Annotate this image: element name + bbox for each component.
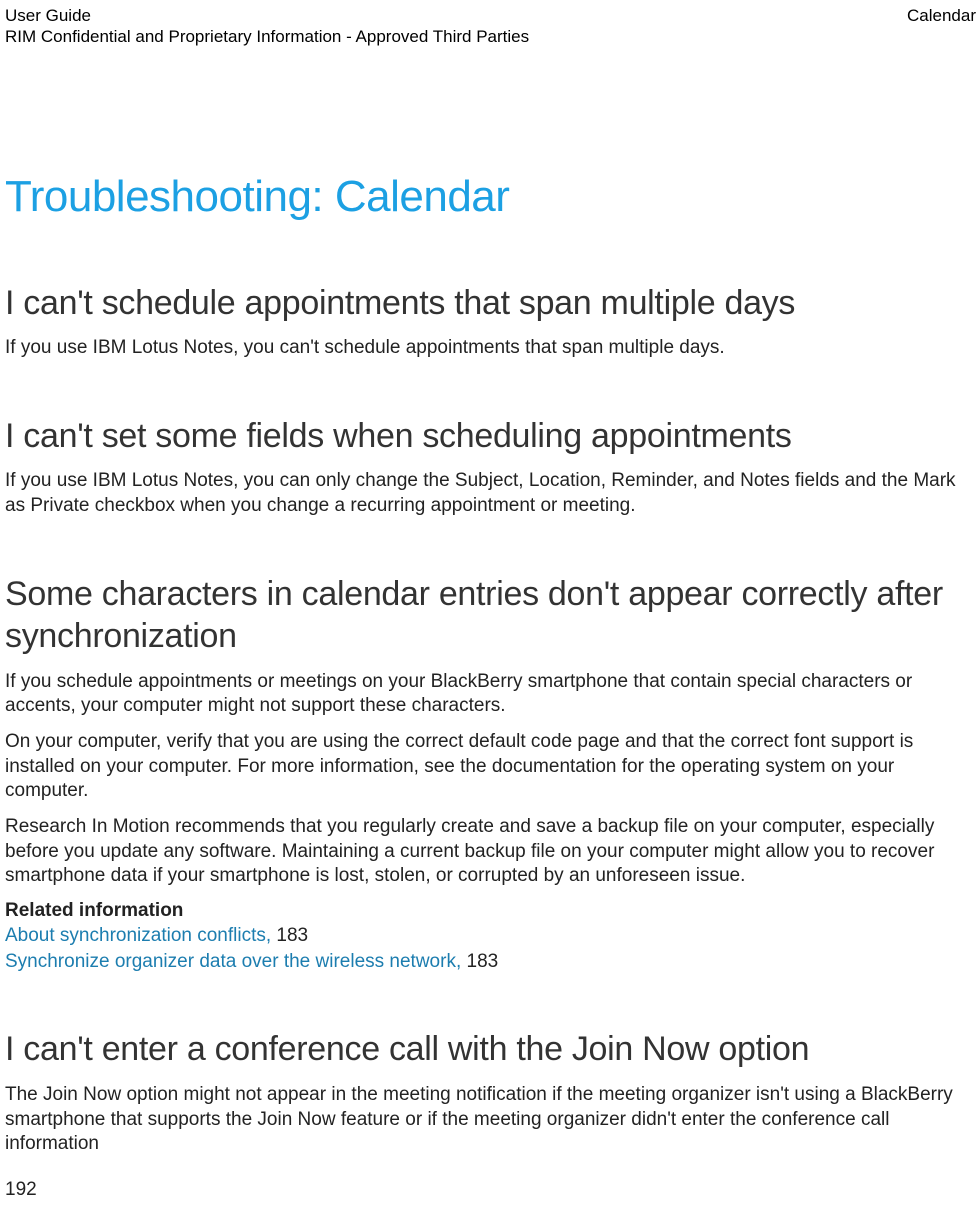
section-2-paragraph-1: If you use IBM Lotus Notes, you can only…	[5, 469, 975, 518]
related-link-2-page: 183	[467, 951, 499, 972]
page-header: User Guide Calendar RIM Confidential and…	[0, 0, 980, 48]
related-link-2-text[interactable]: Synchronize organizer data over the wire…	[5, 951, 467, 972]
section-3-paragraph-2: On your computer, verify that you are us…	[5, 730, 975, 804]
related-link-1-page: 183	[276, 925, 308, 946]
related-link-1-text[interactable]: About synchronization conflicts,	[5, 925, 276, 946]
page-number: 192	[5, 1179, 37, 1201]
section-4-paragraph-1: The Join Now option might not appear in …	[5, 1083, 975, 1157]
header-right: Calendar	[907, 5, 976, 26]
section-heading-3: Some characters in calendar entries don'…	[5, 573, 975, 658]
related-link-2: Synchronize organizer data over the wire…	[5, 950, 975, 975]
section-heading-4: I can't enter a conference call with the…	[5, 1028, 975, 1071]
related-link-1: About synchronization conflicts, 183	[5, 924, 975, 949]
section-3-paragraph-3: Research In Motion recommends that you r…	[5, 815, 975, 889]
related-information-label: Related information	[5, 900, 975, 922]
section-1-paragraph-1: If you use IBM Lotus Notes, you can't sc…	[5, 336, 975, 361]
section-heading-2: I can't set some fields when scheduling …	[5, 415, 975, 458]
header-left-line1: User Guide	[5, 5, 91, 26]
section-heading-1: I can't schedule appointments that span …	[5, 282, 975, 325]
page-title: Troubleshooting: Calendar	[5, 172, 975, 222]
header-left-line2: RIM Confidential and Proprietary Informa…	[5, 26, 976, 47]
section-3-paragraph-1: If you schedule appointments or meetings…	[5, 670, 975, 719]
page-content: Troubleshooting: Calendar I can't schedu…	[0, 172, 980, 1158]
